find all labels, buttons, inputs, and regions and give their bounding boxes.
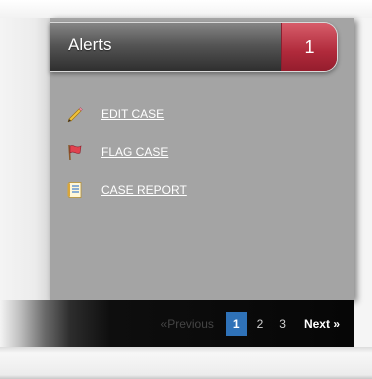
bottom-strip: [0, 347, 372, 379]
previous-page-link[interactable]: «Previous: [161, 317, 214, 331]
edit-case-link[interactable]: EDIT CASE: [101, 107, 164, 121]
flag-case-link[interactable]: FLAG CASE: [101, 145, 168, 159]
flag-icon: [66, 143, 84, 161]
alerts-count-badge: 1: [281, 23, 337, 71]
page-3-link[interactable]: 3: [273, 317, 292, 331]
pencil-icon: [66, 105, 84, 123]
case-actions: EDIT CASE FLAG CASE CASE REPORT: [66, 104, 187, 218]
alerts-title: Alerts: [68, 35, 112, 54]
edit-case-action[interactable]: EDIT CASE: [66, 104, 187, 124]
case-report-action[interactable]: CASE REPORT: [66, 180, 187, 200]
pagination-bar: «Previous 1 2 3 Next »: [0, 300, 354, 347]
next-page-link[interactable]: Next »: [304, 317, 340, 331]
flag-case-action[interactable]: FLAG CASE: [66, 142, 187, 162]
alerts-header[interactable]: Alerts 1: [50, 22, 338, 72]
report-icon: [66, 181, 84, 199]
top-strip: [0, 0, 372, 18]
left-margin: [0, 18, 50, 300]
page-2-link[interactable]: 2: [251, 317, 270, 331]
case-report-link[interactable]: CASE REPORT: [101, 183, 187, 197]
page-1-link[interactable]: 1: [225, 311, 247, 336]
pagination: «Previous 1 2 3 Next »: [161, 300, 340, 347]
